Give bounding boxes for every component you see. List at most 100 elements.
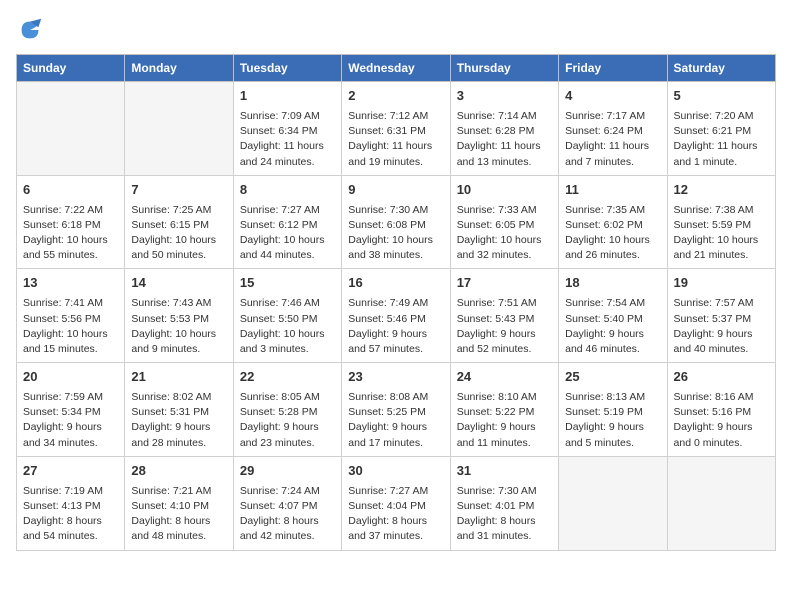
day-number: 23 [348,368,443,387]
day-info: Sunrise: 7:27 AMSunset: 4:04 PMDaylight:… [348,484,443,545]
day-number: 17 [457,274,552,293]
day-of-week-header: Wednesday [342,55,450,82]
day-info: Sunrise: 7:54 AMSunset: 5:40 PMDaylight:… [565,296,660,357]
calendar-day-cell: 4 Sunrise: 7:17 AMSunset: 6:24 PMDaylight… [559,82,667,176]
day-info: Sunrise: 7:14 AMSunset: 6:28 PMDaylight:… [457,109,552,170]
day-number: 25 [565,368,660,387]
day-number: 15 [240,274,335,293]
day-number: 31 [457,462,552,481]
calendar-day-cell: 7 Sunrise: 7:25 AMSunset: 6:15 PMDaylight… [125,175,233,269]
calendar-day-cell: 31 Sunrise: 7:30 AMSunset: 4:01 PMDayligh… [450,456,558,550]
calendar-day-cell: 30 Sunrise: 7:27 AMSunset: 4:04 PMDayligh… [342,456,450,550]
day-number: 14 [131,274,226,293]
day-number: 3 [457,87,552,106]
day-info: Sunrise: 7:25 AMSunset: 6:15 PMDaylight:… [131,203,226,264]
calendar-day-cell: 21 Sunrise: 8:02 AMSunset: 5:31 PMDayligh… [125,363,233,457]
calendar-day-cell: 8Sunrise: 7:27 AMSunset: 6:12 PMDaylight… [233,175,341,269]
calendar-day-cell: 11 Sunrise: 7:35 AMSunset: 6:02 PMDayligh… [559,175,667,269]
calendar-day-cell: 2 Sunrise: 7:12 AMSunset: 6:31 PMDaylight… [342,82,450,176]
calendar-day-cell: 12 Sunrise: 7:38 AMSunset: 5:59 PMDayligh… [667,175,775,269]
day-info: Sunrise: 8:08 AMSunset: 5:25 PMDaylight:… [348,390,443,451]
calendar-body: 1 Sunrise: 7:09 AMSunset: 6:34 PMDaylight… [17,82,776,551]
day-info: Sunrise: 7:59 AMSunset: 5:34 PMDaylight:… [23,390,118,451]
calendar-day-cell [17,82,125,176]
day-info: Sunrise: 7:46 AMSunset: 5:50 PMDaylight:… [240,296,335,357]
day-number: 6 [23,181,118,200]
day-number: 2 [348,87,443,106]
day-info: Sunrise: 7:43 AMSunset: 5:53 PMDaylight:… [131,296,226,357]
day-info: Sunrise: 7:38 AMSunset: 5:59 PMDaylight:… [674,203,769,264]
day-number: 22 [240,368,335,387]
day-number: 28 [131,462,226,481]
day-number: 1 [240,87,335,106]
calendar-week-row: 1 Sunrise: 7:09 AMSunset: 6:34 PMDaylight… [17,82,776,176]
day-info: Sunrise: 7:22 AMSunset: 6:18 PMDaylight:… [23,203,118,264]
calendar-day-cell: 16 Sunrise: 7:49 AMSunset: 5:46 PMDayligh… [342,269,450,363]
day-number: 9 [348,181,443,200]
day-of-week-header: Monday [125,55,233,82]
calendar-day-cell: 13Sunrise: 7:41 AMSunset: 5:56 PMDayligh… [17,269,125,363]
day-info: Sunrise: 7:19 AMSunset: 4:13 PMDaylight:… [23,484,118,545]
day-number: 30 [348,462,443,481]
calendar-week-row: 27 Sunrise: 7:19 AMSunset: 4:13 PMDayligh… [17,456,776,550]
calendar-day-cell: 23 Sunrise: 8:08 AMSunset: 5:25 PMDayligh… [342,363,450,457]
calendar-day-cell: 20 Sunrise: 7:59 AMSunset: 5:34 PMDayligh… [17,363,125,457]
day-info: Sunrise: 7:57 AMSunset: 5:37 PMDaylight:… [674,296,769,357]
day-number: 26 [674,368,769,387]
calendar-day-cell: 19 Sunrise: 7:57 AMSunset: 5:37 PMDayligh… [667,269,775,363]
day-info: Sunrise: 7:12 AMSunset: 6:31 PMDaylight:… [348,109,443,170]
calendar-day-cell: 17 Sunrise: 7:51 AMSunset: 5:43 PMDayligh… [450,269,558,363]
day-info: Sunrise: 7:21 AMSunset: 4:10 PMDaylight:… [131,484,226,545]
day-info: Sunrise: 7:49 AMSunset: 5:46 PMDaylight:… [348,296,443,357]
day-info: Sunrise: 7:30 AMSunset: 4:01 PMDaylight:… [457,484,552,545]
day-number: 19 [674,274,769,293]
calendar-day-cell: 26 Sunrise: 8:16 AMSunset: 5:16 PMDayligh… [667,363,775,457]
day-number: 20 [23,368,118,387]
calendar-day-cell: 6 Sunrise: 7:22 AMSunset: 6:18 PMDaylight… [17,175,125,269]
day-info: Sunrise: 7:20 AMSunset: 6:21 PMDaylight:… [674,109,769,170]
page-header [16,16,776,44]
day-number: 21 [131,368,226,387]
days-of-week-row: SundayMondayTuesdayWednesdayThursdayFrid… [17,55,776,82]
calendar-day-cell: 10 Sunrise: 7:33 AMSunset: 6:05 PMDayligh… [450,175,558,269]
day-info: Sunrise: 7:51 AMSunset: 5:43 PMDaylight:… [457,296,552,357]
day-info: Sunrise: 8:16 AMSunset: 5:16 PMDaylight:… [674,390,769,451]
day-number: 12 [674,181,769,200]
calendar-day-cell: 27 Sunrise: 7:19 AMSunset: 4:13 PMDayligh… [17,456,125,550]
calendar-table: SundayMondayTuesdayWednesdayThursdayFrid… [16,54,776,551]
day-info: Sunrise: 7:24 AMSunset: 4:07 PMDaylight:… [240,484,335,545]
calendar-day-cell: 18 Sunrise: 7:54 AMSunset: 5:40 PMDayligh… [559,269,667,363]
day-info: Sunrise: 8:10 AMSunset: 5:22 PMDaylight:… [457,390,552,451]
calendar-day-cell: 9 Sunrise: 7:30 AMSunset: 6:08 PMDaylight… [342,175,450,269]
logo-icon [16,16,44,44]
day-number: 29 [240,462,335,481]
day-info: Sunrise: 7:35 AMSunset: 6:02 PMDaylight:… [565,203,660,264]
day-number: 7 [131,181,226,200]
day-number: 4 [565,87,660,106]
day-number: 10 [457,181,552,200]
calendar-day-cell: 14 Sunrise: 7:43 AMSunset: 5:53 PMDayligh… [125,269,233,363]
day-info: Sunrise: 8:13 AMSunset: 5:19 PMDaylight:… [565,390,660,451]
day-number: 8 [240,181,335,200]
day-number: 16 [348,274,443,293]
day-info: Sunrise: 7:17 AMSunset: 6:24 PMDaylight:… [565,109,660,170]
calendar-day-cell: 3 Sunrise: 7:14 AMSunset: 6:28 PMDaylight… [450,82,558,176]
calendar-day-cell [559,456,667,550]
day-info: Sunrise: 7:09 AMSunset: 6:34 PMDaylight:… [240,109,335,170]
day-info: Sunrise: 8:02 AMSunset: 5:31 PMDaylight:… [131,390,226,451]
day-of-week-header: Saturday [667,55,775,82]
day-of-week-header: Sunday [17,55,125,82]
day-info: Sunrise: 7:30 AMSunset: 6:08 PMDaylight:… [348,203,443,264]
calendar-day-cell [667,456,775,550]
day-info: Sunrise: 8:05 AMSunset: 5:28 PMDaylight:… [240,390,335,451]
day-number: 24 [457,368,552,387]
day-number: 5 [674,87,769,106]
calendar-day-cell: 5 Sunrise: 7:20 AMSunset: 6:21 PMDaylight… [667,82,775,176]
calendar-header: SundayMondayTuesdayWednesdayThursdayFrid… [17,55,776,82]
day-number: 18 [565,274,660,293]
day-number: 27 [23,462,118,481]
calendar-week-row: 20 Sunrise: 7:59 AMSunset: 5:34 PMDayligh… [17,363,776,457]
calendar-week-row: 13Sunrise: 7:41 AMSunset: 5:56 PMDayligh… [17,269,776,363]
day-info: Sunrise: 7:33 AMSunset: 6:05 PMDaylight:… [457,203,552,264]
day-number: 11 [565,181,660,200]
